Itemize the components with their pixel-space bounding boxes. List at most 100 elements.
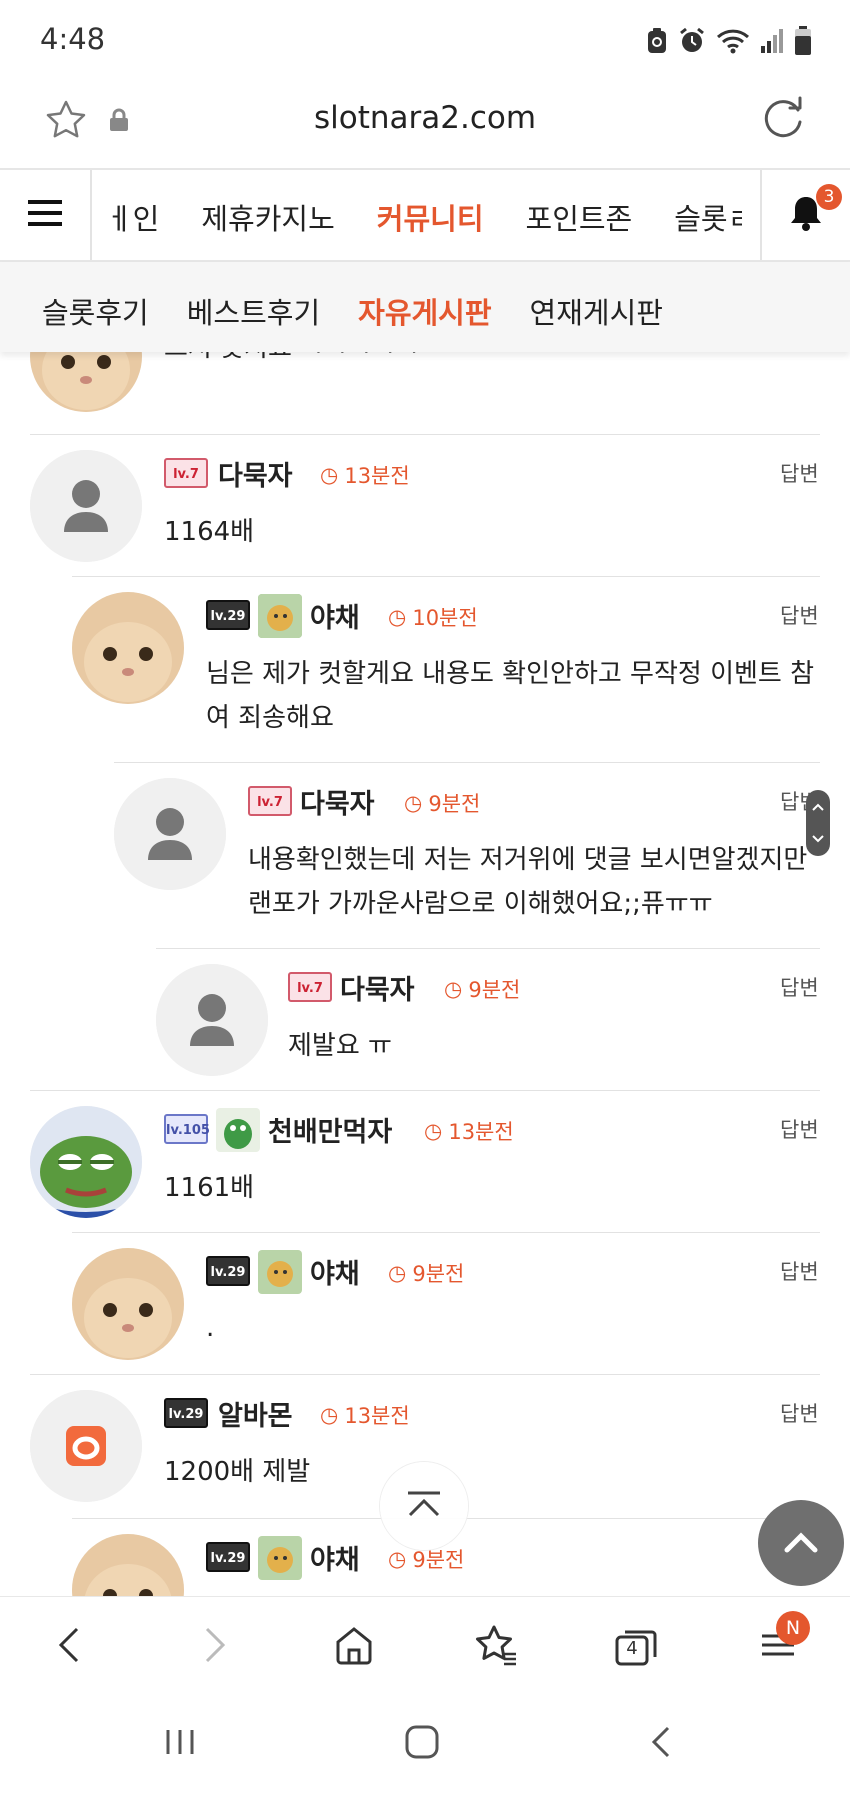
- main-nav-scroller[interactable]: ㅔ인 제휴카지노 커뮤니티 포인트존 슬롯ㄹ: [92, 170, 742, 260]
- comment-body: 1200배 제발: [164, 1457, 311, 1487]
- recent-apps-button[interactable]: [162, 1724, 198, 1764]
- reload-icon[interactable]: [760, 96, 808, 148]
- battery-icon: [794, 26, 812, 56]
- sub-nav-item-best-reviews[interactable]: 베스트후기: [187, 290, 320, 332]
- comment-divider: [30, 434, 820, 435]
- comment-author[interactable]: 야채: [310, 1538, 360, 1577]
- home-square-icon: [404, 1725, 440, 1764]
- reply-button[interactable]: 답변: [780, 1256, 819, 1286]
- avatar-cat[interactable]: [72, 1248, 184, 1360]
- main-nav-item-home[interactable]: ㅔ인: [106, 196, 159, 238]
- clock-icon: ◷: [320, 463, 339, 487]
- chevron-up-icon: [781, 1526, 821, 1560]
- tabs-button[interactable]: 4: [612, 1623, 660, 1671]
- clock-icon: ◷: [320, 1403, 339, 1427]
- comment-feed[interactable]: 그저 웃지요 ㅋㅋㅋㅋㅋ lv.7 다묵자 ◷13분전 답변 1164배 lv.…: [0, 340, 850, 1596]
- sticker-icon: [258, 1536, 302, 1580]
- sub-nav-item-free-board[interactable]: 자유게시판: [358, 290, 491, 332]
- comment-body: 님은 제가 컷할게요 내용도 확인안하고 무작정 이벤트 참여 죄송해요: [206, 659, 815, 733]
- comment-time: ◷ 13분전: [320, 1403, 410, 1428]
- reply-button[interactable]: 답변: [780, 1398, 819, 1428]
- level-badge: lv.7: [248, 786, 292, 816]
- recent-apps-icon: [162, 1730, 198, 1764]
- bookmarks-button[interactable]: [472, 1623, 520, 1671]
- back-button[interactable]: [46, 1623, 94, 1671]
- level-badge: lv.7: [288, 972, 332, 1002]
- hamburger-menu-button[interactable]: [0, 170, 92, 260]
- system-back-button[interactable]: [646, 1724, 676, 1764]
- reply-button[interactable]: 답변: [780, 1114, 819, 1144]
- comment-divider: [114, 762, 820, 763]
- battery-saver-icon: [646, 27, 668, 55]
- avatar-pepe[interactable]: [30, 1106, 142, 1218]
- comment-author[interactable]: 야채: [310, 596, 360, 635]
- comment-time: ◷ 13분전: [320, 463, 410, 488]
- comment-body: 1164배: [164, 517, 255, 547]
- main-nav: ㅔ인 제휴카지노 커뮤니티 포인트존 슬롯ㄹ 3: [0, 168, 850, 262]
- comment-author[interactable]: 다묵자: [340, 968, 415, 1007]
- avatar-default[interactable]: [156, 964, 268, 1076]
- home-button[interactable]: [330, 1623, 378, 1671]
- comment-divider: [72, 1232, 820, 1233]
- main-nav-item-slot-review[interactable]: 슬롯ㄹ: [674, 196, 742, 238]
- avatar-default[interactable]: [114, 778, 226, 890]
- wifi-icon: [716, 28, 750, 54]
- comment-time: ◷ 10분전: [388, 605, 478, 630]
- clock-icon: ◷: [424, 1119, 443, 1143]
- main-nav-item-community[interactable]: 커뮤니티: [377, 196, 484, 238]
- comment-author[interactable]: 다묵자: [218, 454, 293, 493]
- browser-toolbar: 4 N: [0, 1596, 850, 1696]
- bookmarks-star-icon: [474, 1624, 518, 1670]
- comment-divider: [72, 576, 820, 577]
- clock-icon: ◷: [388, 1261, 407, 1285]
- status-bar: 4:48: [0, 0, 850, 82]
- comment-author[interactable]: 천배만먹자: [268, 1110, 392, 1149]
- level-badge: lv.105: [164, 1114, 210, 1144]
- comment-author[interactable]: 다묵자: [300, 782, 375, 821]
- comment-time: ◷ 9분전: [388, 1261, 465, 1286]
- chevron-right-icon: [199, 1625, 229, 1669]
- sub-nav-item-serial-board[interactable]: 연재게시판: [530, 290, 663, 332]
- avatar-albamon[interactable]: [30, 1390, 142, 1502]
- forward-button[interactable]: [190, 1623, 238, 1671]
- sub-nav-item-slot-reviews[interactable]: 슬롯후기: [42, 290, 149, 332]
- comment-time: ◷ 9분전: [404, 791, 481, 816]
- level-badge: lv.29: [206, 1542, 250, 1572]
- level-badge: lv.29: [206, 1256, 250, 1286]
- comment-author[interactable]: 알바몬: [218, 1394, 293, 1433]
- comment-author[interactable]: 야채: [310, 1252, 360, 1291]
- hamburger-icon: [28, 199, 62, 231]
- sticker-icon: [216, 1108, 260, 1152]
- home-nav-button[interactable]: [404, 1724, 440, 1764]
- status-time: 4:48: [40, 22, 106, 56]
- level-badge: lv.29: [206, 600, 250, 630]
- sub-nav: 슬롯후기 베스트후기 자유게시판 연재게시판: [0, 262, 850, 352]
- browser-scroll-up-button[interactable]: [758, 1500, 844, 1586]
- browser-url-bar: slotnara2.com: [0, 82, 850, 168]
- signal-icon: [760, 28, 784, 54]
- reply-button[interactable]: 답변: [780, 458, 819, 488]
- main-nav-item-partner-casino[interactable]: 제휴카지노: [201, 196, 334, 238]
- comment-divider: [30, 1090, 820, 1091]
- comment-body: 1161배: [164, 1173, 255, 1203]
- status-icons: [646, 26, 812, 56]
- avatar-default[interactable]: [30, 450, 142, 562]
- reply-button[interactable]: 답변: [780, 600, 819, 630]
- sticker-icon: [258, 1250, 302, 1294]
- url-text[interactable]: slotnara2.com: [0, 100, 850, 136]
- main-nav-item-point-zone[interactable]: 포인트존: [526, 196, 633, 238]
- comment-body: .: [206, 1313, 215, 1343]
- comment-time: ◷ 13분전: [424, 1119, 514, 1144]
- comment-body: 제발요 ㅠ: [288, 1031, 392, 1061]
- avatar-cat[interactable]: [72, 1534, 184, 1596]
- reply-button[interactable]: 답변: [780, 972, 819, 1002]
- chevron-left-icon: [55, 1625, 85, 1669]
- level-badge: lv.29: [164, 1398, 208, 1428]
- notifications-button[interactable]: 3: [760, 170, 850, 260]
- comment-time: ◷ 9분전: [444, 977, 521, 1002]
- scrollbar-handle[interactable]: [806, 790, 830, 856]
- chevron-up-icon: [404, 1489, 444, 1523]
- scroll-to-top-button[interactable]: [380, 1462, 468, 1550]
- clock-icon: ◷: [404, 791, 423, 815]
- avatar-cat[interactable]: [72, 592, 184, 704]
